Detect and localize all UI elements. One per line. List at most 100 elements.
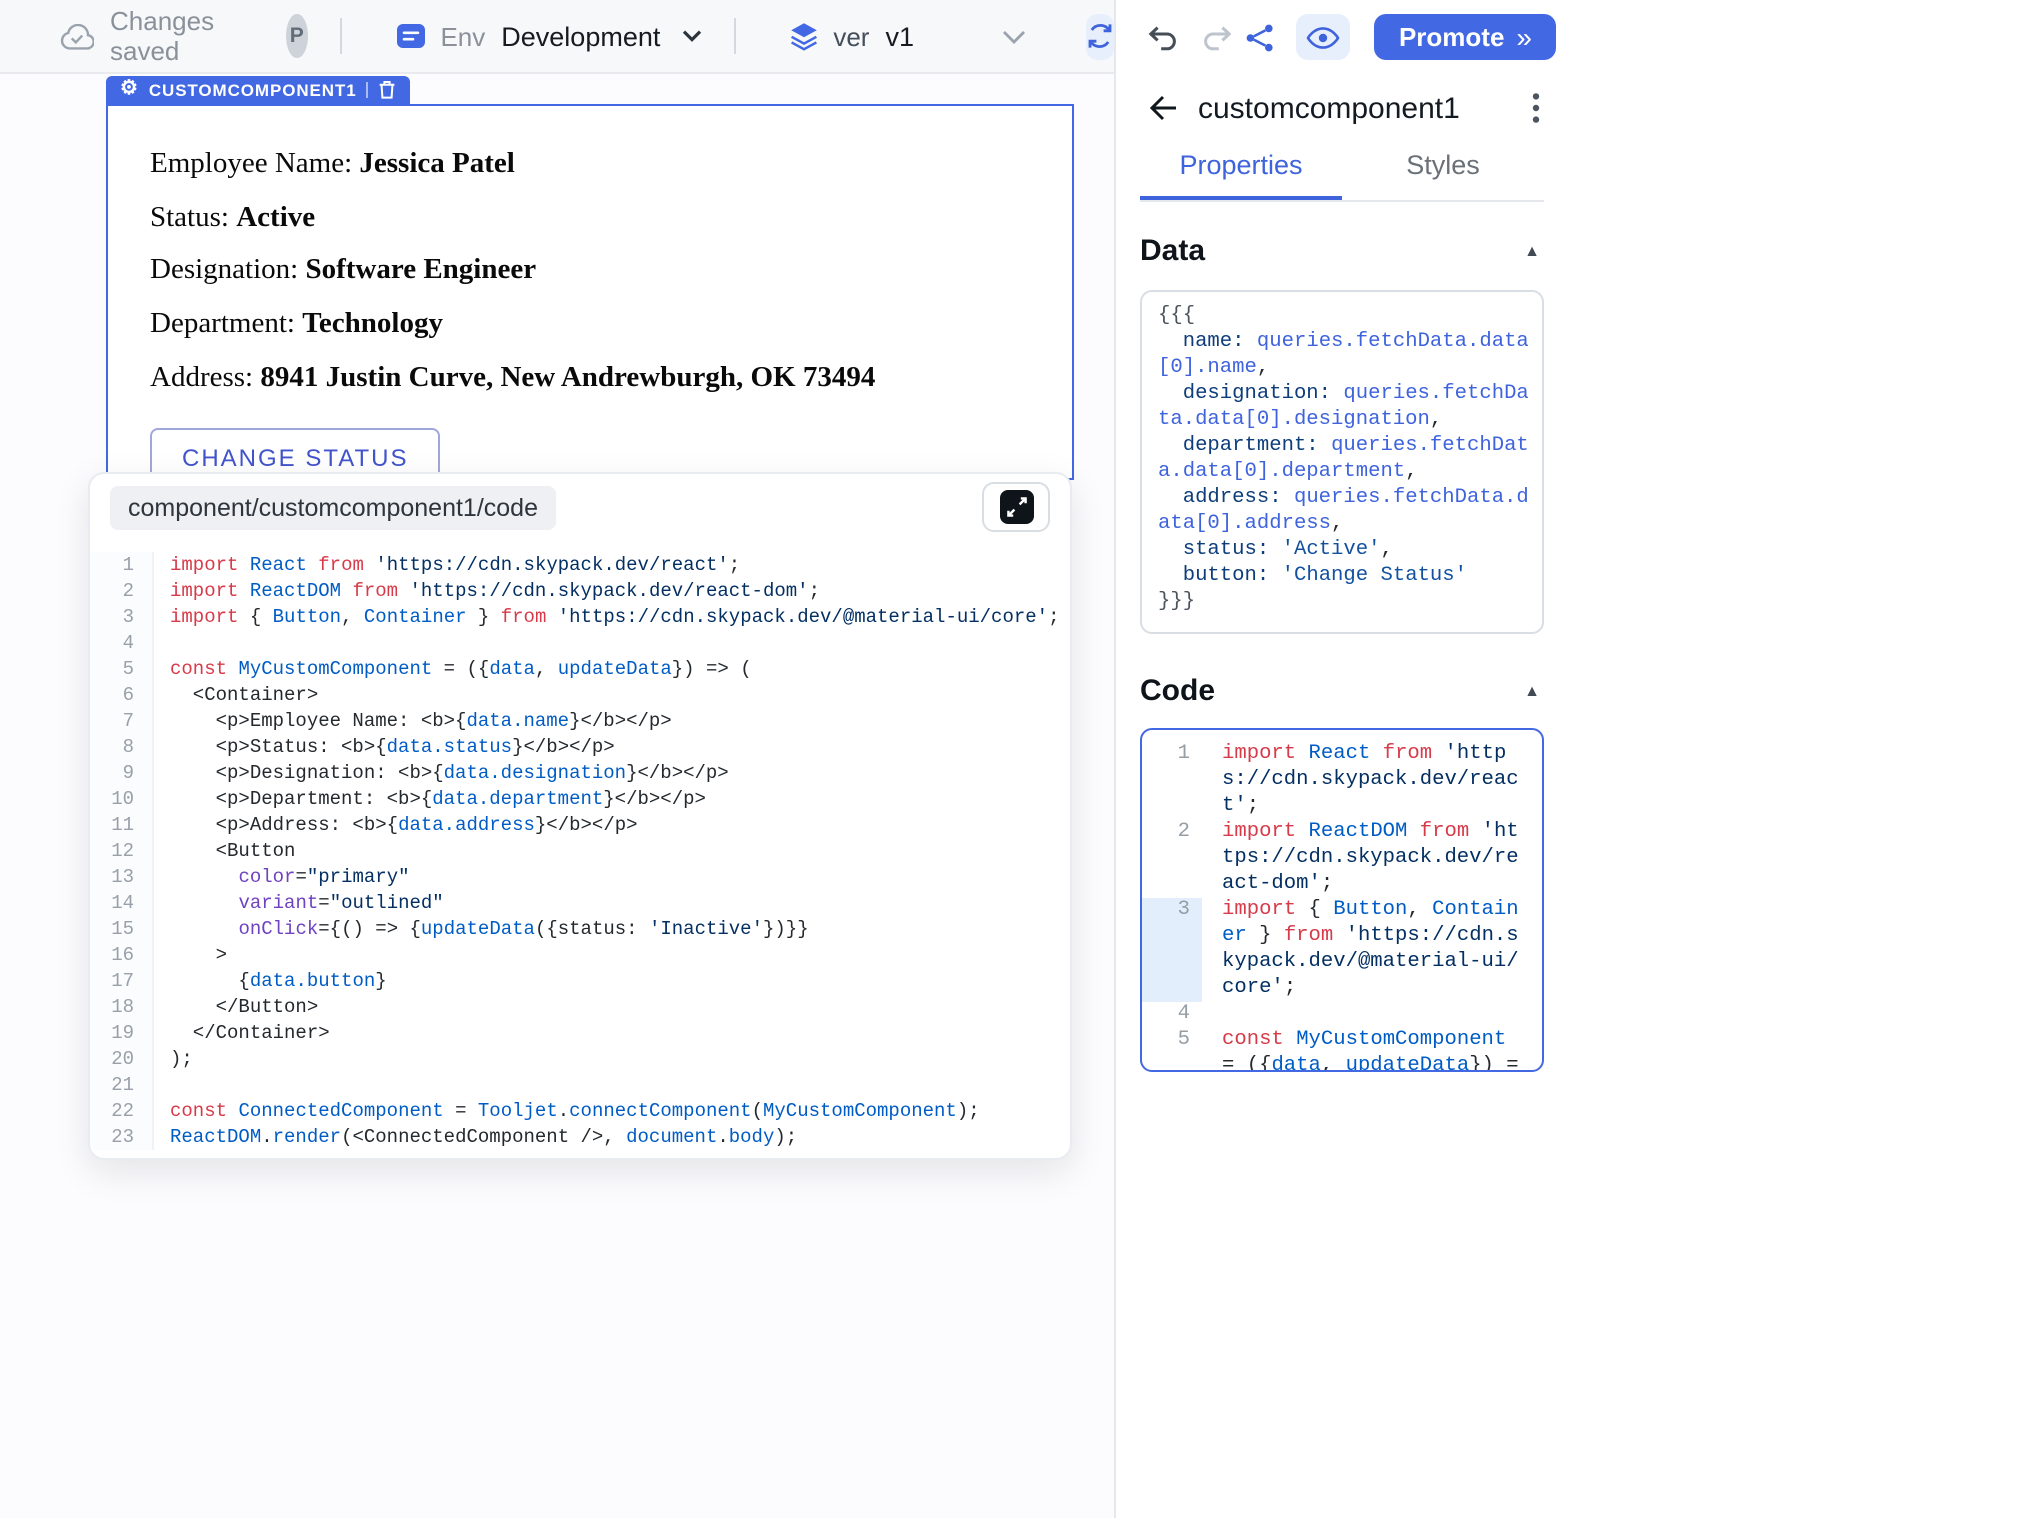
code-line[interactable]: 21	[90, 1072, 1070, 1098]
code-line[interactable]: 2import ReactDOM from 'https://cdn.skypa…	[1142, 820, 1542, 898]
line-number: 4	[1142, 1002, 1202, 1028]
collapse-arrows-icon	[999, 490, 1033, 524]
promote-label: Promote	[1399, 22, 1504, 52]
inspector-data-content: {{{ name: queries.fetchData.data[0].name…	[1158, 304, 1532, 616]
code-line[interactable]: 4	[90, 630, 1070, 656]
collapse-editor-button[interactable]	[982, 482, 1050, 532]
data-template-line: name: queries.fetchData.data[0].name,	[1158, 330, 1532, 382]
preview-button[interactable]	[1297, 14, 1351, 60]
code-line[interactable]: 14 variant="outlined"	[90, 890, 1070, 916]
chevron-down-icon	[1002, 29, 1026, 43]
undo-icon	[1144, 23, 1180, 51]
line-number: 14	[90, 890, 154, 916]
redo-icon	[1200, 23, 1236, 51]
app-toolbar-right: Promote »	[1116, 0, 1568, 74]
code-editor[interactable]: 1import React from 'https://cdn.skypack.…	[90, 540, 1070, 1156]
code-line[interactable]: 6 <Container>	[90, 682, 1070, 708]
code-line[interactable]: 13 color="primary"	[90, 864, 1070, 890]
tab-styles[interactable]: Styles	[1342, 138, 1544, 200]
code-line[interactable]: 9 <p>Designation: <b>{data.designation}<…	[90, 760, 1070, 786]
line-number: 2	[90, 578, 154, 604]
eye-icon	[1307, 25, 1341, 49]
line-number: 1	[1142, 742, 1202, 820]
code-line[interactable]: 5const MyCustomComponent = ({data, updat…	[1142, 1028, 1542, 1072]
chevron-down-icon	[682, 30, 702, 42]
code-line[interactable]: 11 <p>Address: <b>{data.address}</b></p>	[90, 812, 1070, 838]
code-line[interactable]: 3import { Button, Container } from 'http…	[1142, 898, 1542, 1002]
component-field: Designation: Software Engineer	[150, 255, 1030, 288]
changes-saved-label: Changes saved	[110, 6, 214, 66]
collapse-code-section-icon[interactable]: ▲	[1520, 678, 1544, 704]
canvas[interactable]: ⚙ CUSTOMCOMPONENT1 Employee Name: Jessic…	[0, 74, 1116, 1518]
editor-path-chip: component/customcomponent1/code	[110, 485, 556, 529]
collapse-data-section-icon[interactable]: ▲	[1520, 238, 1544, 264]
refresh-environment-button[interactable]	[1086, 13, 1114, 59]
tab-properties[interactable]: Properties	[1140, 138, 1342, 200]
data-section-header: Data ▲	[1140, 234, 1544, 268]
code-line[interactable]: 5const MyCustomComponent = ({data, updat…	[90, 656, 1070, 682]
data-template-line: designation: queries.fetchData.data[0].d…	[1158, 382, 1532, 434]
line-number: 5	[1142, 1028, 1202, 1072]
code-line[interactable]: 12 <Button	[90, 838, 1070, 864]
inspector-header: customcomponent1	[1116, 86, 1568, 130]
code-line[interactable]: 16 >	[90, 942, 1070, 968]
custom-component-widget[interactable]: Employee Name: Jessica Patel Status: Acti…	[106, 104, 1074, 480]
widget-badge-text: CUSTOMCOMPONENT1	[149, 80, 357, 100]
line-number: 2	[1142, 820, 1202, 898]
code-line[interactable]: 2import ReactDOM from 'https://cdn.skypa…	[90, 578, 1070, 604]
line-number: 7	[90, 708, 154, 734]
avatar[interactable]: P	[286, 14, 307, 58]
inspector-tabs: Properties Styles	[1140, 138, 1544, 202]
code-line[interactable]: 20);	[90, 1046, 1070, 1072]
undo-button[interactable]	[1144, 23, 1180, 51]
env-label: Env	[440, 21, 485, 51]
line-number: 13	[90, 864, 154, 890]
double-chevron-right-icon: »	[1516, 22, 1532, 50]
line-number: 12	[90, 838, 154, 864]
trash-icon[interactable]	[379, 80, 397, 100]
code-section-header: Code ▲	[1140, 674, 1544, 708]
widget-label-customcomponent1[interactable]: ⚙ CUSTOMCOMPONENT1	[106, 76, 411, 104]
line-number: 4	[90, 630, 154, 656]
code-line[interactable]: 22const ConnectedComponent = Tooljet.con…	[90, 1098, 1070, 1124]
divider	[734, 18, 735, 54]
data-template-line: button: 'Change Status'	[1158, 564, 1532, 590]
app-editor: Changes saved P Env Development ver v1	[0, 0, 2032, 1518]
more-options-button[interactable]	[1532, 92, 1540, 124]
code-line[interactable]: 15 onClick={() => {updateData({status: '…	[90, 916, 1070, 942]
code-line[interactable]: 4	[1142, 1002, 1542, 1028]
refresh-icon	[1086, 22, 1114, 50]
data-code-field[interactable]: {{{ name: queries.fetchData.data[0].name…	[1140, 290, 1544, 634]
promote-button[interactable]: Promote »	[1375, 14, 1556, 60]
cloud-check-icon	[60, 23, 94, 49]
gear-icon[interactable]: ⚙	[120, 80, 139, 100]
env-icon	[396, 22, 426, 50]
line-number: 23	[90, 1124, 154, 1150]
component-code-panel: component/customcomponent1/code 1import …	[88, 472, 1072, 1160]
redo-button[interactable]	[1200, 23, 1236, 51]
code-line[interactable]: 7 <p>Employee Name: <b>{data.name}</b></…	[90, 708, 1070, 734]
env-selector[interactable]: Env Development	[396, 21, 702, 51]
line-number: 1	[90, 552, 154, 578]
code-line[interactable]: 23ReactDOM.render(<ConnectedComponent />…	[90, 1124, 1070, 1150]
code-line[interactable]: 1import React from 'https://cdn.skypack.…	[1142, 742, 1542, 820]
component-field: Status: Active	[150, 201, 1030, 234]
code-field-editor[interactable]: 1import React from 'https://cdn.skypack.…	[1140, 728, 1544, 1072]
back-button[interactable]	[1148, 94, 1178, 122]
data-section-title: Data	[1140, 234, 1205, 268]
component-field: Department: Technology	[150, 308, 1030, 341]
line-number: 19	[90, 1020, 154, 1046]
code-line[interactable]: 19 </Container>	[90, 1020, 1070, 1046]
code-line[interactable]: 10 <p>Department: <b>{data.department}</…	[90, 786, 1070, 812]
share-button[interactable]	[1245, 21, 1277, 53]
code-line[interactable]: 18 </Button>	[90, 994, 1070, 1020]
version-selector[interactable]: ver v1	[787, 20, 1026, 52]
component-field: Employee Name: Jessica Patel	[150, 148, 1030, 181]
code-line[interactable]: 3import { Button, Container } from 'http…	[90, 604, 1070, 630]
layers-icon	[787, 20, 819, 52]
code-line[interactable]: 8 <p>Status: <b>{data.status}</b></p>	[90, 734, 1070, 760]
code-line[interactable]: 1import React from 'https://cdn.skypack.…	[90, 552, 1070, 578]
code-line[interactable]: 17 {data.button}	[90, 968, 1070, 994]
line-number: 22	[90, 1098, 154, 1124]
line-number: 3	[1142, 898, 1202, 1002]
